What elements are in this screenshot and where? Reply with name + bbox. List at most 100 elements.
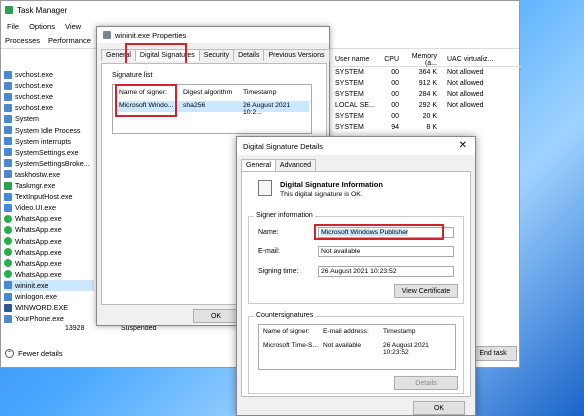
pid-cell: 13928 <box>65 325 85 332</box>
table-cell: 284 K <box>418 91 437 98</box>
table-cell: Not allowed <box>447 102 484 109</box>
process-name: taskhostw.exe <box>15 169 61 179</box>
table-cell: Not allowed <box>447 69 484 76</box>
signature-details-dialog: Digital Signature Details ✕ General Adva… <box>236 136 476 416</box>
end-task-button[interactable]: End task <box>469 346 517 361</box>
process-row[interactable]: WhatsApp.exe <box>4 258 94 269</box>
tab-details-general[interactable]: General <box>241 159 276 171</box>
process-icon <box>4 70 12 79</box>
process-icon <box>4 259 12 268</box>
process-row[interactable]: System <box>4 113 94 124</box>
col-uac[interactable]: UAC virtualiz... <box>441 56 519 63</box>
menu-file[interactable]: File <box>7 22 19 31</box>
table-row[interactable]: SYSTEM 94 8 K <box>333 122 521 133</box>
process-name: WhatsApp.exe <box>15 269 62 279</box>
view-certificate-button[interactable]: View Certificate <box>394 284 458 298</box>
tab-performance[interactable]: Performance <box>48 36 91 45</box>
process-row[interactable]: svchost.exe <box>4 69 94 80</box>
tab-previous-versions[interactable]: Previous Versions <box>263 49 330 61</box>
process-row[interactable]: System interrupts <box>4 136 94 147</box>
process-icon <box>4 148 12 157</box>
tab-security[interactable]: Security <box>198 49 235 61</box>
table-row[interactable]: SYSTEM 00 912 K Not allowed <box>333 78 521 89</box>
tab-details-advanced[interactable]: Advanced <box>274 159 317 171</box>
process-row[interactable]: WhatsApp.exe <box>4 213 94 224</box>
hdr-digest: Digest algorithm <box>183 89 233 96</box>
tab-details[interactable]: Details <box>233 49 265 61</box>
process-row[interactable]: WhatsApp.exe <box>4 224 94 235</box>
process-name: svchost.exe <box>15 103 53 113</box>
process-row[interactable]: YourPhone.exe <box>4 313 94 324</box>
process-row[interactable]: WhatsApp.exe <box>4 236 94 247</box>
details-ok-button[interactable]: OK <box>413 401 465 415</box>
process-icon <box>4 137 12 146</box>
process-icon <box>4 170 12 179</box>
table-cell: Not allowed <box>447 80 484 87</box>
table-cell: 00 <box>391 69 399 76</box>
properties-title: wininit.exe Properties <box>115 30 187 40</box>
signature-list-label: Signature list <box>112 72 153 79</box>
info-subtitle: This digital signature is OK. <box>280 191 363 198</box>
table-row[interactable]: LOCAL SE... 00 292 K Not allowed <box>333 100 521 111</box>
email-field[interactable]: Not available <box>318 246 454 257</box>
process-row[interactable]: WhatsApp.exe <box>4 247 94 258</box>
process-row[interactable]: Video.UI.exe <box>4 202 94 213</box>
process-row[interactable]: SystemSettings.exe <box>4 147 94 158</box>
col-cpu[interactable]: CPU <box>381 56 399 63</box>
table-cell: SYSTEM <box>335 124 364 131</box>
table-cell: 912 K <box>418 80 437 87</box>
signing-time-label: Signing time: <box>258 268 299 275</box>
menu-options[interactable]: Options <box>29 22 55 31</box>
col-user[interactable]: User name <box>333 56 381 63</box>
status-cell: Suspended <box>121 325 157 332</box>
process-name: svchost.exe <box>15 92 53 102</box>
table-cell: 364 K <box>418 69 437 76</box>
process-name: WhatsApp.exe <box>15 225 62 235</box>
signing-time-field[interactable]: 26 August 2021 10:23:52 <box>318 266 454 277</box>
countersignatures-label: Countersignatures <box>254 312 316 319</box>
table-cell: LOCAL SE... <box>335 102 375 109</box>
process-row[interactable]: WhatsApp.exe <box>4 269 94 280</box>
table-cell: 20 K <box>422 113 437 120</box>
process-row[interactable]: System Idle Process <box>4 125 94 136</box>
info-title: Digital Signature Information <box>280 180 383 189</box>
table-row[interactable]: SYSTEM 00 364 K Not allowed <box>333 67 521 78</box>
process-row[interactable]: Taskmgr.exe <box>4 180 94 191</box>
table-cell: 8 K <box>426 124 437 131</box>
table-cell: SYSTEM <box>335 113 364 120</box>
process-icon <box>4 248 12 257</box>
process-name: SystemSettings.exe <box>15 147 79 157</box>
task-manager-icon <box>5 6 13 14</box>
highlight-name <box>314 224 444 240</box>
table-row[interactable]: SYSTEM 00 20 K <box>333 111 521 122</box>
details-button[interactable]: Details <box>394 376 458 390</box>
process-row[interactable]: svchost.exe <box>4 80 94 91</box>
table-cell: SYSTEM <box>335 69 364 76</box>
menu-view[interactable]: View <box>65 22 81 31</box>
process-row[interactable]: svchost.exe <box>4 102 94 113</box>
process-icon <box>4 214 12 223</box>
process-row[interactable]: taskhostw.exe <box>4 169 94 180</box>
close-icon[interactable]: ✕ <box>459 140 467 151</box>
process-row[interactable]: TextInputHost.exe <box>4 191 94 202</box>
process-row[interactable]: winlogon.exe <box>4 291 94 302</box>
process-row[interactable]: wininit.exe <box>4 279 94 291</box>
process-row[interactable]: WINWORD.EXE <box>4 302 94 313</box>
counter-email-cell: Not available <box>323 342 362 349</box>
process-row[interactable]: SystemSettingsBroke... <box>4 158 94 169</box>
process-row[interactable]: svchost.exe <box>4 91 94 102</box>
signer-info-label: Signer information <box>254 212 315 219</box>
counter-signer-cell[interactable]: Microsoft Time-S... <box>263 342 318 349</box>
col-memory[interactable]: Memory (a... <box>399 53 441 67</box>
fewer-details-link[interactable]: ⌃ Fewer details <box>5 349 63 358</box>
properties-title-bar: wininit.exe Properties <box>97 27 329 43</box>
props-ok-button[interactable]: OK <box>193 309 239 323</box>
table-row[interactable]: SYSTEM 00 284 K Not allowed <box>333 89 521 100</box>
tab-processes[interactable]: Processes <box>5 36 40 45</box>
certificate-icon <box>258 180 272 196</box>
highlight-tab <box>125 43 187 65</box>
chevron-up-icon: ⌃ <box>5 349 14 358</box>
process-name: YourPhone.exe <box>15 314 64 324</box>
email-label: E-mail: <box>258 248 280 255</box>
process-name: System <box>15 114 39 124</box>
